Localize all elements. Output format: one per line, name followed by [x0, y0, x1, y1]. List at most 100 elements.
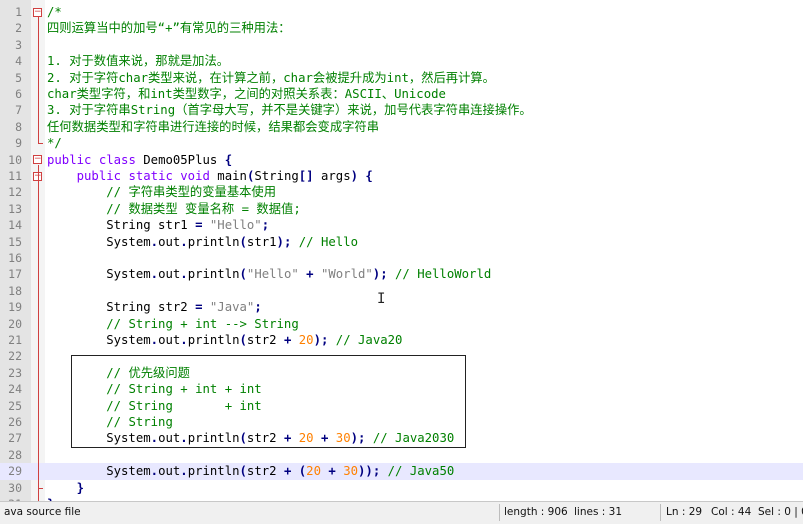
code-text[interactable]: } [47, 480, 84, 496]
token-text: System [47, 234, 151, 249]
code-text[interactable]: String str1 = "Hello"; [47, 217, 269, 233]
code-text[interactable]: */ [47, 135, 62, 151]
token-op: ; [261, 218, 270, 233]
selection-readout: Sel : 0 | 0 [758, 506, 803, 518]
code-text[interactable]: 3. 对于字符串String（首字母大写，并不是关键字）来说，加号代表字符串连接… [47, 102, 532, 118]
token-text: main [209, 169, 247, 183]
token-text: System [47, 267, 151, 282]
fold-guide-line [38, 17, 39, 144]
token-op: . [180, 333, 188, 347]
code-line[interactable]: 20 // String + int --> String [0, 316, 803, 332]
code-line[interactable]: 11 public static void main(String[] args… [0, 168, 803, 184]
code-text[interactable]: System.out.println(str2 + (20 + 30)); //… [47, 463, 454, 479]
code-line[interactable]: 30 } [0, 480, 803, 496]
code-text[interactable]: String str2 = "Java"; [47, 299, 262, 315]
code-line[interactable]: 19 String str2 = "Java"; [0, 299, 803, 315]
code-text[interactable]: public class Demo05Plus { [47, 152, 232, 168]
code-line[interactable]: 21 System.out.println(str2 + 20); // Jav… [0, 332, 803, 348]
line-number: 10 [8, 152, 22, 167]
token-text: String str1 [47, 218, 196, 233]
code-line[interactable]: 5 2. 对于字符char类型来说，在计算之前，char会被提升成为int，然后再… [0, 70, 803, 86]
token-comment: */ [47, 136, 62, 151]
code-editor[interactable]: 1 /* 2 四则运算当中的加号“+”有常见的三种用法： 3 4 1. 对于数值来说，那就是… [0, 0, 803, 501]
line-number: 16 [8, 251, 22, 265]
status-divider [499, 504, 500, 521]
token-op: ); [372, 267, 388, 282]
code-text[interactable]: public static void main(String[] args) { [47, 168, 373, 184]
fold-toggle-icon[interactable]: − [33, 155, 42, 165]
line-number: 14 [8, 218, 22, 233]
token-text: String [254, 169, 299, 183]
code-line[interactable]: 9 */ [0, 135, 803, 151]
token-text: out [158, 267, 181, 282]
code-text[interactable]: System.out.println("Hello" + "World"); /… [47, 266, 491, 282]
token-op: . [180, 267, 188, 282]
code-text[interactable]: // 数据类型 变量名称 = 数据值; [47, 201, 301, 217]
code-text[interactable]: 1. 对于数值来说，那就是加法。 [47, 53, 229, 69]
status-divider [660, 504, 661, 521]
token-op: ); [313, 333, 329, 347]
code-line[interactable]: 28 [0, 447, 803, 463]
code-text[interactable]: /* [47, 4, 62, 20]
code-text[interactable]: System.out.println(str2 + 20); // Java20 [47, 332, 402, 348]
token-op: ); [276, 234, 292, 249]
fold-guide-line [38, 181, 39, 488]
code-text[interactable]: 四则运算当中的加号“+”有常见的三种用法： [47, 20, 291, 36]
code-line[interactable]: 4 1. 对于数值来说，那就是加法。 [0, 53, 803, 69]
code-line[interactable]: 6 char类型字符，和int类型数字，之间的对照关系表：ASCII、Unicod… [0, 86, 803, 102]
current-code-line[interactable]: 29 System.out.println(str2 + (20 + 30));… [0, 463, 803, 480]
token-str: "Java" [209, 300, 255, 315]
line-number: 12 [8, 185, 22, 200]
code-line[interactable]: 1 /* [0, 4, 803, 20]
code-text[interactable]: System.out.println(str1); // Hello [47, 234, 358, 250]
code-text[interactable]: 2. 对于字符char类型来说，在计算之前，char会被提升成为int，然后再计… [47, 70, 495, 86]
fold-toggle-icon[interactable]: − [33, 7, 42, 17]
token-text: println [187, 333, 240, 347]
token-comment: 2. 对于字符char类型来说，在计算之前，char会被提升成为int，然后再计… [47, 70, 495, 85]
token-comment: 1. 对于数值来说，那就是加法。 [47, 54, 230, 69]
line-number: 3 [15, 37, 22, 52]
code-line[interactable]: 16 [0, 250, 803, 266]
code-line[interactable]: 12 // 字符串类型的变量基本使用 [0, 184, 803, 200]
token-op: ( [239, 267, 247, 282]
code-text[interactable]: 任何数据类型和字符串进行连接的时候，结果都会变成字符串 [47, 119, 379, 135]
token-op: . [150, 464, 159, 479]
code-line[interactable]: 7 3. 对于字符串String（首字母大写，并不是关键字）来说，加号代表字符串连… [0, 102, 803, 118]
line-number: 23 [8, 365, 22, 380]
code-line[interactable]: 13 // 数据类型 变量名称 = 数据值; [0, 201, 803, 217]
token-op: { [224, 152, 233, 167]
length-readout: length : 906 [504, 506, 568, 518]
token-comment: char类型字符，和int类型数字，之间的对照关系表：ASCII、Unicode [47, 87, 446, 101]
token-op: ( [239, 234, 247, 249]
line-number: 20 [8, 316, 22, 331]
code-text[interactable]: char类型字符，和int类型数字，之间的对照关系表：ASCII、Unicode [47, 86, 446, 102]
token-num: 30 [343, 464, 359, 479]
code-line[interactable]: 18 [0, 283, 803, 299]
code-line[interactable]: 8 任何数据类型和字符串进行连接的时候，结果都会变成字符串 [0, 119, 803, 135]
code-line[interactable]: 17 System.out.println("Hello" + "World")… [0, 266, 803, 282]
code-line[interactable]: 14 String str1 = "Hello"; [0, 217, 803, 233]
code-text[interactable]: // 字符串类型的变量基本使用 [47, 184, 276, 200]
token-comment: // Java50 [387, 464, 455, 479]
token-op: } [76, 480, 85, 495]
lines-readout: lines : 31 [574, 506, 622, 518]
status-bar: ava source file length : 906 lines : 31 … [0, 501, 803, 524]
token-op: . [180, 234, 188, 249]
line-number: 2 [15, 21, 22, 36]
code-line[interactable]: 2 四则运算当中的加号“+”有常见的三种用法： [0, 20, 803, 36]
code-line[interactable]: 15 System.out.println(str1); // Hello [0, 234, 803, 250]
token-num: 20 [298, 333, 314, 347]
code-line[interactable]: 10 public class Demo05Plus { [0, 152, 803, 168]
line-number: 18 [8, 283, 22, 298]
token-str: "Hello" [209, 218, 262, 233]
token-comment: 四则运算当中的加号“+”有常见的三种用法： [47, 21, 291, 36]
token-comment: // 数据类型 变量名称 = 数据值; [106, 201, 301, 216]
code-text[interactable]: // String + int --> String [47, 316, 299, 332]
code-line[interactable]: 3 [0, 37, 803, 53]
